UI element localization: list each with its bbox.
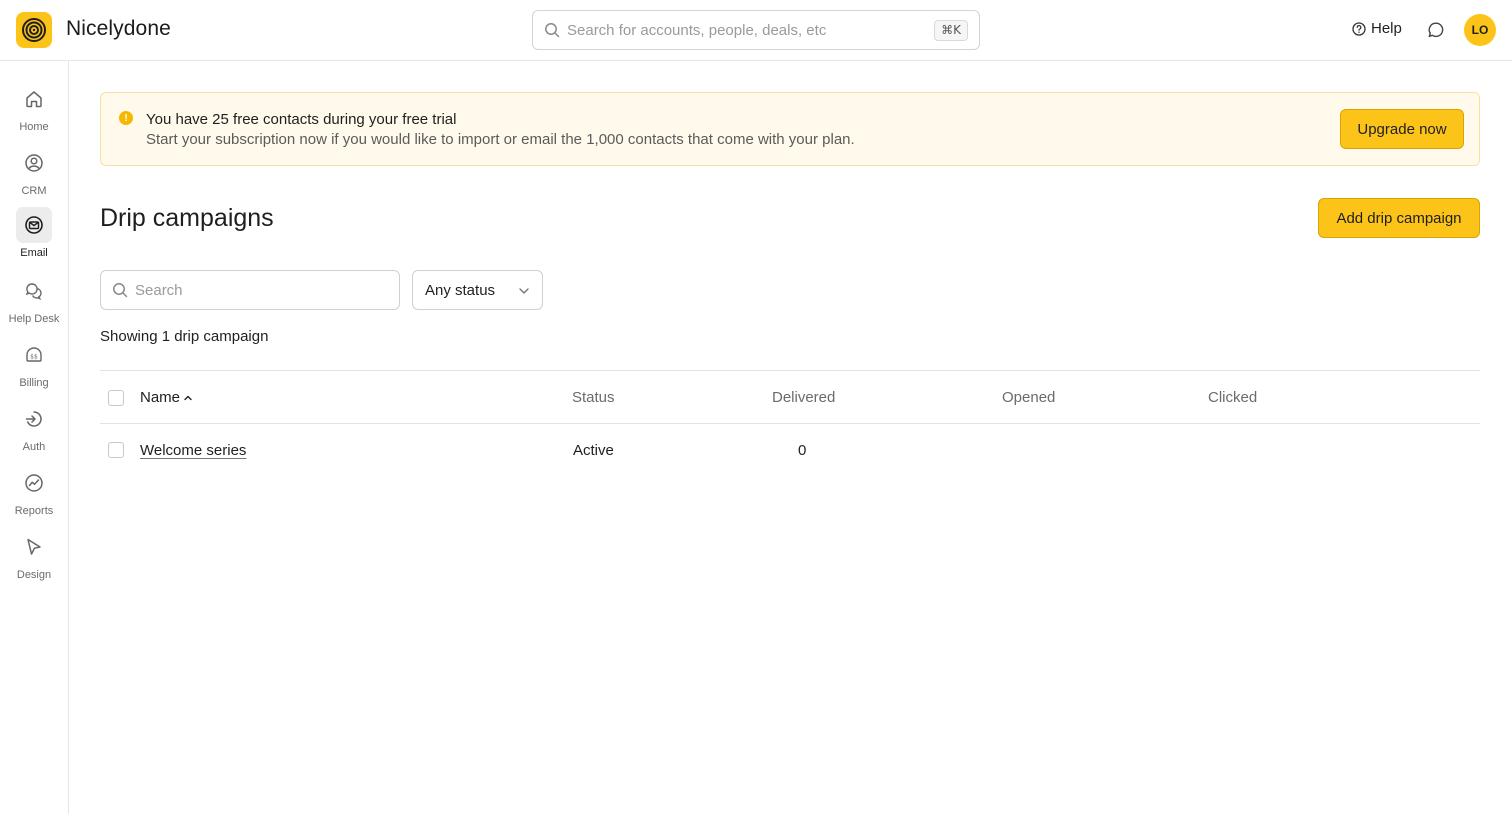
campaign-search-input[interactable] xyxy=(135,279,385,301)
status-filter-value: Any status xyxy=(425,282,496,299)
help-button[interactable]: Help xyxy=(1352,20,1402,37)
chevron-down-icon xyxy=(519,288,529,294)
row-checkbox[interactable] xyxy=(108,442,124,458)
chat-bubbles-icon xyxy=(25,283,42,300)
logo[interactable] xyxy=(16,12,52,48)
user-avatar[interactable]: LO xyxy=(1464,14,1496,46)
home-icon xyxy=(26,91,42,108)
help-label: Help xyxy=(1371,20,1402,37)
svg-text:$$: $$ xyxy=(30,354,38,361)
sidebar-item-label: Reports xyxy=(14,505,54,517)
search-icon xyxy=(113,283,128,298)
status-filter-select[interactable]: Any status xyxy=(412,270,543,310)
page-title: Drip campaigns xyxy=(100,204,274,232)
sidebar-item-label: Email xyxy=(20,247,48,259)
table-row[interactable]: Welcome series Active 0 xyxy=(100,424,1480,477)
sidebar-item-home[interactable]: Home xyxy=(0,81,68,141)
chat-icon[interactable] xyxy=(1427,21,1445,39)
campaign-name-link[interactable]: Welcome series xyxy=(140,442,246,459)
add-drip-campaign-button[interactable]: Add drip campaign xyxy=(1318,198,1480,238)
sidebar-item-label: Billing xyxy=(19,377,49,389)
search-shortcut-badge: ⌘K xyxy=(934,20,968,41)
column-header-delivered[interactable]: Delivered xyxy=(772,389,835,406)
sidebar-item-billing[interactable]: $$ Billing xyxy=(0,337,68,397)
reports-icon xyxy=(25,474,43,492)
sort-ascending-icon xyxy=(184,395,192,400)
trial-banner: ! You have 25 free contacts during your … xyxy=(100,92,1480,166)
upgrade-now-button[interactable]: Upgrade now xyxy=(1340,109,1464,149)
sidebar-item-label: Design xyxy=(16,569,52,581)
column-label: Name xyxy=(140,389,181,406)
banner-title: You have 25 free contacts during your fr… xyxy=(146,111,457,128)
sidebar-item-auth[interactable]: Auth xyxy=(0,401,68,461)
results-count: Showing 1 drip campaign xyxy=(100,328,269,345)
user-circle-icon xyxy=(25,154,43,172)
question-circle-icon xyxy=(1352,21,1366,36)
cursor-icon xyxy=(27,538,41,555)
sidebar-item-label: CRM xyxy=(21,185,47,197)
sidebar: Home CRM Email Help Desk $$ Billing Auth… xyxy=(0,61,69,814)
sidebar-item-label: Auth xyxy=(22,441,46,453)
sidebar-item-reports[interactable]: Reports xyxy=(0,465,68,525)
campaign-search[interactable] xyxy=(100,270,400,310)
column-header-status[interactable]: Status xyxy=(572,389,615,406)
billing-icon: $$ xyxy=(26,347,42,362)
top-bar: Nicelydone ⌘K Help LO xyxy=(0,0,1512,61)
brand-name: Nicelydone xyxy=(66,17,171,40)
email-icon xyxy=(25,216,43,234)
sidebar-item-label: Help Desk xyxy=(8,313,60,325)
auth-icon xyxy=(25,411,42,427)
banner-text: Start your subscription now if you would… xyxy=(146,131,855,148)
sidebar-item-label: Home xyxy=(19,121,49,133)
column-header-name[interactable]: Name xyxy=(140,389,193,406)
campaign-delivered: 0 xyxy=(798,442,807,459)
spiral-logo-icon xyxy=(22,18,46,42)
column-header-clicked[interactable]: Clicked xyxy=(1208,389,1257,406)
select-all-checkbox[interactable] xyxy=(108,390,124,406)
global-search-input[interactable] xyxy=(567,19,947,41)
info-icon: ! xyxy=(119,111,133,125)
column-header-opened[interactable]: Opened xyxy=(1002,389,1055,406)
campaign-status: Active xyxy=(573,442,614,459)
search-icon xyxy=(545,23,560,38)
sidebar-item-design[interactable]: Design xyxy=(0,529,68,589)
sidebar-item-crm[interactable]: CRM xyxy=(0,145,68,205)
sidebar-item-help-desk[interactable]: Help Desk xyxy=(0,273,68,333)
global-search[interactable]: ⌘K xyxy=(532,10,980,50)
sidebar-item-email[interactable]: Email xyxy=(0,207,68,267)
table-header: Name Status Delivered Opened Clicked xyxy=(100,370,1480,424)
